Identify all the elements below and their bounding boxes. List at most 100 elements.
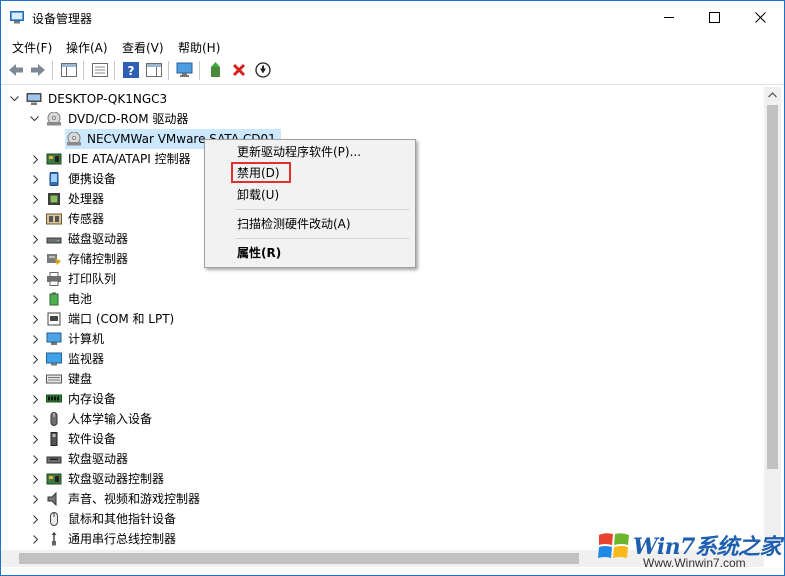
- chevron-down-icon[interactable]: [9, 89, 19, 109]
- mouse-icon: [50, 512, 58, 526]
- chevron-right-icon[interactable]: [31, 329, 41, 349]
- tree-category-item[interactable]: 监视器: [3, 349, 763, 369]
- watermark-url: Www.Winwin7.com: [643, 556, 746, 570]
- action-pane-button[interactable]: [145, 61, 163, 79]
- update-driver-button[interactable]: [207, 61, 225, 79]
- tree-category-item[interactable]: 软件设备: [3, 429, 763, 449]
- menu-update-driver[interactable]: 更新驱动程序软件(P)...: [237, 142, 361, 162]
- tree-category-item[interactable]: 电池: [3, 289, 763, 309]
- chevron-right-icon[interactable]: [31, 149, 41, 169]
- close-button[interactable]: [737, 1, 783, 34]
- toolbar-separator: [168, 61, 169, 80]
- context-menu: 更新驱动程序软件(P)... 禁用(D) 卸载(U) 扫描检测硬件改动(A) 属…: [204, 139, 416, 268]
- watermark: Win7系统之家 Www.Winwin7.com: [591, 523, 783, 575]
- chevron-right-icon[interactable]: [31, 269, 41, 289]
- category-label: 软盘驱动器控制器: [68, 472, 165, 486]
- back-button[interactable]: [7, 61, 25, 79]
- menu-properties[interactable]: 属性(R): [237, 243, 281, 263]
- memory-icon: [46, 394, 62, 403]
- category-label: 通用串行总线控制器: [68, 532, 177, 546]
- tree-category-item[interactable]: 内存设备: [3, 389, 763, 409]
- chevron-right-icon[interactable]: [31, 349, 41, 369]
- category-label: 软盘驱动器: [68, 452, 129, 466]
- category-label: 内存设备: [68, 392, 117, 406]
- tree-category-item[interactable]: 端口 (COM 和 LPT): [3, 309, 763, 329]
- chevron-right-icon[interactable]: [31, 289, 41, 309]
- computer-root-icon: [26, 93, 42, 105]
- chevron-right-icon[interactable]: [31, 229, 41, 249]
- menu-view[interactable]: 查看(V): [122, 39, 164, 56]
- menu-file[interactable]: 文件(F): [12, 39, 52, 56]
- vertical-scroll-thumb[interactable]: [767, 105, 778, 469]
- category-label: 监视器: [68, 352, 105, 366]
- category-label: 声音、视频和游戏控制器: [68, 492, 201, 506]
- minimize-button[interactable]: [646, 1, 692, 34]
- chevron-down-icon[interactable]: [29, 109, 39, 129]
- scroll-up-icon[interactable]: [768, 92, 777, 98]
- menu-separator: [235, 238, 410, 239]
- menu-help[interactable]: 帮助(H): [178, 39, 220, 56]
- vertical-scrollbar[interactable]: [764, 87, 781, 550]
- show-hide-console-tree-button[interactable]: [60, 61, 78, 79]
- windows-logo-icon: [598, 533, 629, 558]
- horizontal-scroll-thumb[interactable]: [19, 553, 579, 564]
- monitor-scan-icon: [176, 62, 193, 77]
- category-label: 传感器: [68, 212, 105, 226]
- chevron-right-icon[interactable]: [31, 429, 41, 449]
- toolbar-separator: [52, 61, 53, 80]
- category-label: 磁盘驱动器: [68, 232, 129, 246]
- processor-icon: [48, 193, 60, 205]
- tree-category-item[interactable]: 声音、视频和游戏控制器: [3, 489, 763, 509]
- window-title: 设备管理器: [32, 12, 93, 26]
- properties-icon: [92, 63, 108, 77]
- scan-hardware-button[interactable]: [176, 61, 194, 79]
- chevron-right-icon[interactable]: [31, 369, 41, 389]
- menu-action[interactable]: 操作(A): [66, 39, 108, 56]
- properties-button[interactable]: [91, 61, 109, 79]
- chevron-right-icon[interactable]: [31, 389, 41, 409]
- chevron-right-icon[interactable]: [31, 309, 41, 329]
- help-icon: ?: [123, 62, 139, 78]
- chevron-right-icon[interactable]: [31, 509, 41, 529]
- floppy-controller-icon: [46, 473, 62, 485]
- tree-category-item[interactable]: 打印队列: [3, 269, 763, 289]
- category-label: 处理器: [68, 192, 105, 206]
- category-label: 计算机: [68, 332, 105, 346]
- tree-category-item[interactable]: 人体学输入设备: [3, 409, 763, 429]
- chevron-right-icon[interactable]: [31, 529, 41, 549]
- disable-device-button[interactable]: [254, 61, 272, 79]
- disk-icon: [46, 237, 62, 244]
- toolbar-separator: [83, 61, 84, 80]
- uninstall-button[interactable]: [230, 61, 248, 79]
- forward-arrow-icon: [31, 64, 45, 76]
- maximize-button[interactable]: [691, 1, 737, 34]
- update-driver-icon: [211, 62, 220, 77]
- tree-category-dvd[interactable]: DVD/CD-ROM 驱动器: [3, 109, 763, 129]
- category-label: 便携设备: [68, 172, 117, 186]
- menu-scan-hardware[interactable]: 扫描检测硬件改动(A): [237, 214, 351, 234]
- category-label: 打印队列: [68, 272, 117, 286]
- menu-uninstall[interactable]: 卸载(U): [237, 185, 279, 205]
- category-label: 键盘: [68, 372, 93, 386]
- menu-separator: [235, 209, 410, 210]
- chevron-right-icon[interactable]: [31, 209, 41, 229]
- chevron-right-icon[interactable]: [31, 189, 41, 209]
- title-bar[interactable]: 设备管理器: [1, 1, 784, 34]
- forward-button[interactable]: [29, 61, 47, 79]
- back-arrow-icon: [9, 64, 23, 76]
- toolbar-separator: [199, 61, 200, 80]
- tree-category-item[interactable]: 软盘驱动器: [3, 449, 763, 469]
- chevron-right-icon[interactable]: [31, 249, 41, 269]
- chevron-right-icon[interactable]: [31, 409, 41, 429]
- chevron-right-icon[interactable]: [31, 449, 41, 469]
- tree-category-item[interactable]: 软盘驱动器控制器: [3, 469, 763, 489]
- category-label: 软件设备: [68, 432, 117, 446]
- console-tree-icon: [61, 63, 77, 77]
- chevron-right-icon[interactable]: [31, 489, 41, 509]
- chevron-right-icon[interactable]: [31, 169, 41, 189]
- tree-category-item[interactable]: 计算机: [3, 329, 763, 349]
- chevron-right-icon[interactable]: [31, 469, 41, 489]
- tree-category-item[interactable]: 键盘: [3, 369, 763, 389]
- help-button[interactable]: ?: [122, 61, 140, 79]
- tree-root[interactable]: DESKTOP-QK1NGC3: [3, 89, 763, 109]
